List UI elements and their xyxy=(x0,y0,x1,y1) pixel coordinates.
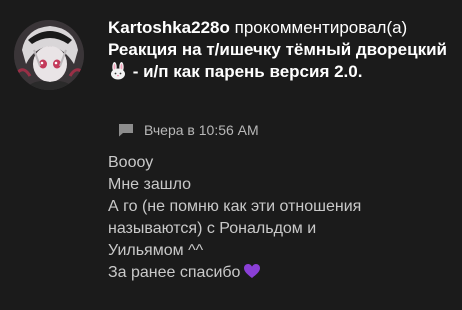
post-title-part1: Реакция на т/ишечку тёмный дворецкий xyxy=(108,40,447,59)
comment-body: Воооу Мне зашло А го (не помню как эти о… xyxy=(108,152,448,284)
comment-line: называются) с Рональдом и xyxy=(108,220,317,237)
rabbit-face-icon xyxy=(111,62,125,80)
comment-line: Воооу xyxy=(108,154,154,171)
comment-line: Мне зашло xyxy=(108,176,191,193)
avatar-image xyxy=(14,20,84,90)
comment-line: За ранее спасибо xyxy=(108,264,241,281)
comment-line: Уильямом ^^ xyxy=(108,242,204,259)
user-avatar[interactable] xyxy=(14,20,84,90)
notification-header[interactable]: Kartoshka228o прокомментировал(а) Реакци… xyxy=(108,17,458,83)
comment-line: А го (не помню как эти отношения xyxy=(108,198,362,215)
username[interactable]: Kartoshka228o xyxy=(108,18,230,37)
purple-heart-icon xyxy=(244,264,261,278)
post-title[interactable]: Реакция на т/ишечку тёмный дворецкий - и… xyxy=(108,40,447,81)
comment-last-line: За ранее спасибо xyxy=(108,262,448,284)
timestamp: Вчера в 10:56 AM xyxy=(144,122,259,138)
comment-icon xyxy=(119,124,133,137)
comment-meta: Вчера в 10:56 AM xyxy=(118,120,259,140)
post-title-part2: - и/п как парень версия 2.0. xyxy=(128,62,363,81)
action-text: прокомментировал(а) xyxy=(234,18,408,37)
